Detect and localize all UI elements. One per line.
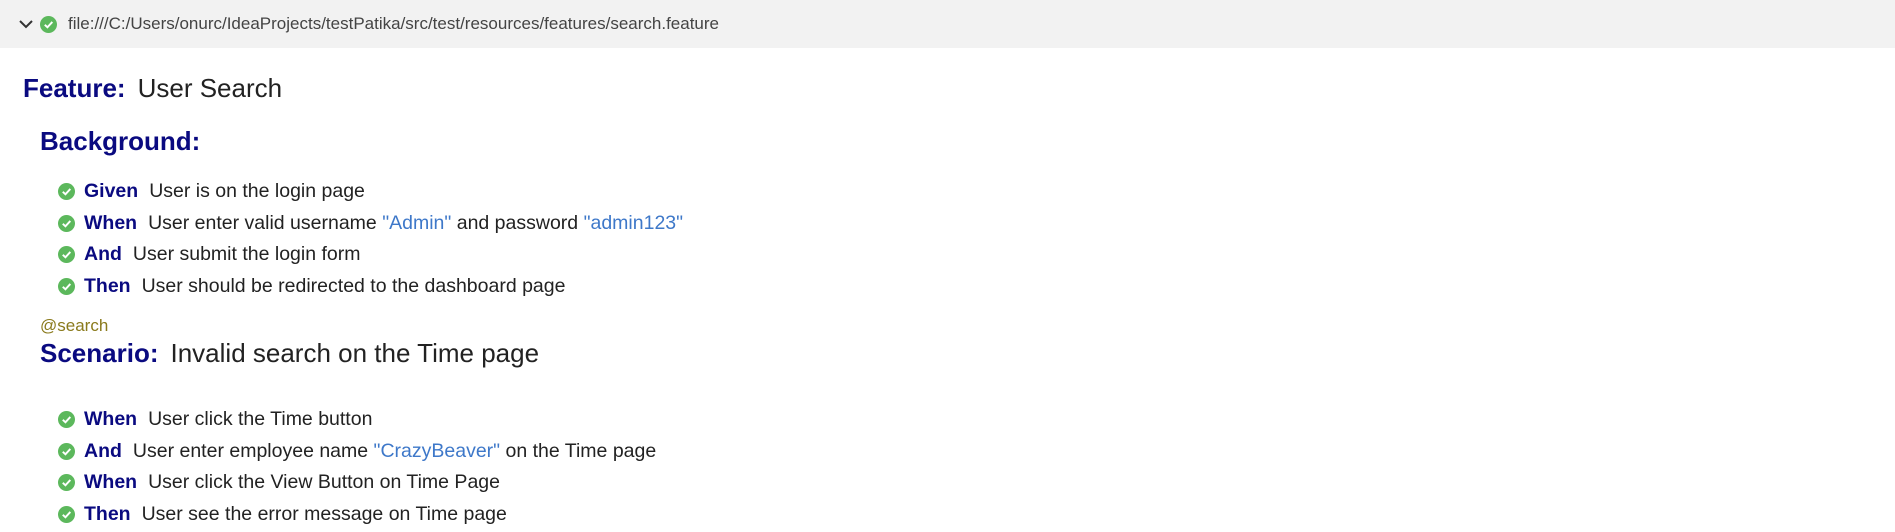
check-circle-icon bbox=[58, 246, 75, 264]
feature-keyword: Feature: bbox=[23, 73, 126, 103]
step-keyword: Given bbox=[84, 180, 139, 203]
step-keyword: And bbox=[84, 243, 122, 266]
chevron-down-icon[interactable] bbox=[17, 15, 35, 33]
scenario-keyword: Scenario: bbox=[40, 338, 159, 368]
step-argument: "Admin" bbox=[382, 211, 452, 234]
step-text: on the Time page bbox=[500, 439, 657, 462]
step-argument: "admin123" bbox=[583, 211, 684, 234]
check-circle-icon bbox=[58, 214, 75, 232]
check-circle-icon bbox=[58, 505, 75, 523]
step-keyword: When bbox=[84, 408, 138, 431]
scenario-title: Scenario: Invalid search on the Time page bbox=[40, 338, 539, 369]
scenario-name: Invalid search on the Time page bbox=[170, 338, 540, 368]
step-row: Given User is on the login page bbox=[58, 176, 683, 208]
feature-content: Feature: User Search Background: Given Us… bbox=[0, 48, 1895, 532]
step-keyword: When bbox=[84, 471, 138, 494]
file-path: file:///C:/Users/onurc/IdeaProjects/test… bbox=[68, 14, 719, 33]
step-text: User submit the login form bbox=[132, 243, 361, 266]
step-text: User click the Time button bbox=[148, 408, 373, 431]
step-row: And User submit the login form bbox=[58, 239, 683, 271]
step-keyword: And bbox=[84, 439, 122, 462]
step-row: When User click the View Button on Time … bbox=[58, 467, 656, 499]
step-text: User enter valid username bbox=[148, 211, 383, 234]
step-row: When User enter valid username "Admin" a… bbox=[58, 208, 683, 240]
check-circle-icon bbox=[58, 411, 75, 429]
step-keyword: When bbox=[84, 211, 138, 234]
feature-file-header[interactable]: file:///C:/Users/onurc/IdeaProjects/test… bbox=[0, 0, 1895, 48]
step-keyword: Then bbox=[84, 274, 131, 297]
check-circle-icon bbox=[40, 15, 57, 33]
background-keyword: Background: bbox=[40, 126, 201, 156]
check-circle-icon bbox=[58, 277, 75, 295]
step-row: When User click the Time button bbox=[58, 404, 656, 436]
step-text: User enter employee name bbox=[132, 439, 374, 462]
scenario-tag: @search bbox=[40, 316, 109, 335]
check-circle-icon bbox=[58, 183, 75, 201]
step-row: And User enter employee name "CrazyBeave… bbox=[58, 436, 656, 468]
background-title: Background: bbox=[40, 126, 200, 157]
feature-title: Feature: User Search bbox=[23, 73, 282, 104]
step-argument: "CrazyBeaver" bbox=[373, 439, 501, 462]
step-keyword: Then bbox=[84, 502, 131, 525]
step-text: User should be redirected to the dashboa… bbox=[141, 274, 566, 297]
step-text: User is on the login page bbox=[149, 180, 365, 203]
step-text: User click the View Button on Time Page bbox=[148, 471, 500, 494]
step-text: User see the error message on Time page bbox=[141, 502, 507, 525]
scenario-steps: When User click the Time button And User… bbox=[58, 404, 656, 530]
step-row: Then User should be redirected to the da… bbox=[58, 271, 683, 303]
feature-name: User Search bbox=[137, 73, 283, 103]
background-steps: Given User is on the login page When Use… bbox=[58, 176, 683, 302]
step-row: Then User see the error message on Time … bbox=[58, 499, 656, 531]
step-text: and password bbox=[451, 211, 584, 234]
check-circle-icon bbox=[58, 442, 75, 460]
check-circle-icon bbox=[58, 474, 75, 492]
